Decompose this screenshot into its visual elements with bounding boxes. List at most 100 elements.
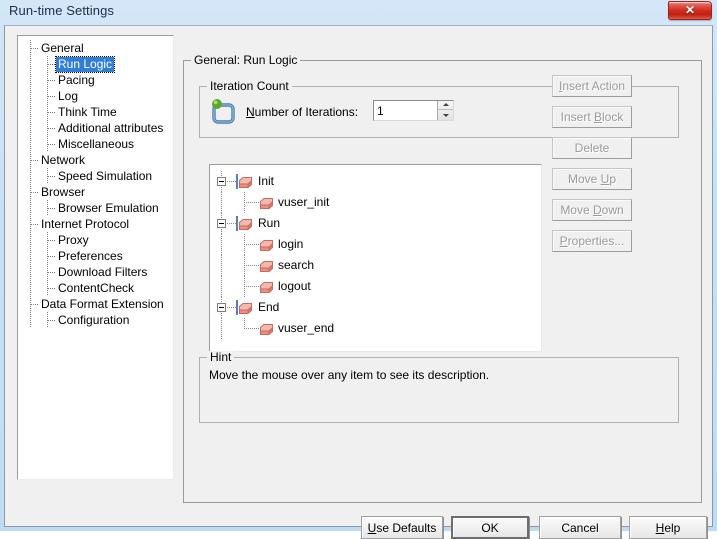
settings-category-tree[interactable]: General Run Logic Pacing Log Think Time Addit…: [17, 35, 174, 480]
tree-line: [221, 255, 222, 276]
action-node-end[interactable]: End: [210, 297, 541, 318]
sidebar-item-data-format-extension[interactable]: Data Format Extension: [18, 296, 173, 312]
sidebar-item-additional-attributes[interactable]: Additional attributes: [18, 120, 173, 136]
action-node-label: login: [278, 237, 304, 251]
action-node-vuser-init[interactable]: vuser_init: [210, 192, 541, 213]
run-logic-actions-tree[interactable]: Init vuser_init Run login search logout End vus…: [209, 164, 542, 352]
sidebar-item-browser[interactable]: Browser: [18, 184, 173, 200]
tree-line: [48, 64, 55, 65]
tree-line: [221, 318, 222, 339]
tree-line: [31, 160, 38, 161]
sidebar-item-browser-emulation[interactable]: Browser Emulation: [18, 200, 173, 216]
tree-line: [30, 72, 31, 88]
iterations-label: Number of Iterations:: [246, 105, 358, 119]
title-bar: Run-time Settings ✕: [0, 0, 717, 24]
button-label: Properties...: [559, 234, 625, 248]
use-defaults-mnemonic: U: [367, 521, 377, 535]
tree-line: [221, 192, 222, 213]
button-label: Insert Action: [558, 79, 626, 93]
hint-group: Hint Move the mouse over any item to see…: [199, 351, 679, 423]
tree-line: [30, 120, 31, 136]
tree-line: [48, 256, 55, 257]
cancel-button-label: Cancel: [561, 521, 599, 535]
button-mnemonic: I: [558, 79, 563, 93]
insert-block-button[interactable]: Insert Block: [552, 106, 632, 128]
action-node-label: Init: [258, 174, 275, 188]
tree-line: [31, 224, 38, 225]
main-group-box: General: Run Logic Iteration Count Numbe…: [183, 54, 702, 503]
close-button[interactable]: ✕: [668, 1, 712, 20]
window-title: Run-time Settings: [9, 3, 115, 18]
button-mnemonic: D: [593, 203, 602, 217]
button-label: Delete: [574, 141, 610, 155]
action-node-login[interactable]: login: [210, 234, 541, 255]
action-node-vuser-end[interactable]: vuser_end: [210, 318, 541, 339]
button-label: Move Up: [567, 172, 617, 186]
properties-button[interactable]: Properties...: [552, 230, 632, 252]
ok-button[interactable]: OK: [451, 516, 529, 539]
action-block-icon: [259, 259, 274, 273]
hint-text: Move the mouse over any item to see its …: [209, 368, 490, 382]
move-up-button[interactable]: Move Up: [552, 168, 632, 190]
button-label: Insert Block: [560, 110, 624, 124]
use-defaults-button[interactable]: Use Defaults: [361, 516, 443, 539]
sidebar-item-internet-protocol[interactable]: Internet Protocol: [18, 216, 173, 232]
button-mnemonic: B: [594, 110, 603, 124]
spinner-up-button[interactable]: [438, 101, 453, 110]
iterations-input[interactable]: [374, 101, 436, 120]
sidebar-item-label: Preferences: [58, 249, 123, 263]
collapse-toggle-icon[interactable]: [217, 303, 226, 312]
tree-line: [30, 168, 31, 184]
tree-line: [48, 208, 55, 209]
sidebar-item-label: Speed Simulation: [58, 169, 153, 183]
help-button[interactable]: Help: [629, 516, 707, 539]
sidebar-item-label: Pacing: [58, 73, 95, 87]
action-node-label: vuser_init: [278, 195, 330, 209]
move-down-button[interactable]: Move Down: [552, 199, 632, 221]
action-node-label: search: [278, 258, 315, 272]
action-node-init[interactable]: Init: [210, 171, 541, 192]
tree-line: [31, 192, 38, 193]
sidebar-item-log[interactable]: Log: [18, 88, 173, 104]
action-node-run[interactable]: Run: [210, 213, 541, 234]
use-defaults-label: se Defaults: [376, 521, 437, 535]
sidebar-item-miscellaneous[interactable]: Miscellaneous: [18, 136, 173, 152]
insert-action-button[interactable]: Insert Action: [552, 75, 632, 97]
iterations-spin-buttons[interactable]: [437, 101, 453, 120]
sidebar-item-configuration[interactable]: Configuration: [18, 312, 173, 328]
iterations-label-mnemonic: N: [246, 105, 255, 119]
tree-line: [30, 312, 31, 328]
tree-line: [30, 264, 31, 280]
sidebar-item-contentcheck[interactable]: ContentCheck: [18, 280, 173, 296]
action-node-search[interactable]: search: [210, 255, 541, 276]
sidebar-item-download-filters[interactable]: Download Filters: [18, 264, 173, 280]
tree-line: [227, 223, 236, 224]
sidebar-item-label: Browser Emulation: [58, 201, 159, 215]
tree-line: [48, 128, 55, 129]
sidebar-item-proxy[interactable]: Proxy: [18, 232, 173, 248]
hint-group-title: Hint: [207, 351, 235, 364]
tree-line: [48, 240, 55, 241]
sidebar-item-preferences[interactable]: Preferences: [18, 248, 173, 264]
collapse-toggle-icon[interactable]: [217, 219, 226, 228]
tree-line: [48, 320, 55, 321]
iterations-spinner[interactable]: [373, 100, 454, 121]
spinner-down-button[interactable]: [438, 110, 453, 119]
sidebar-item-label: Download Filters: [58, 265, 148, 279]
cancel-button[interactable]: Cancel: [539, 516, 621, 539]
delete-button[interactable]: Delete: [552, 137, 632, 159]
tree-line: [48, 176, 55, 177]
sidebar-item-think-time[interactable]: Think Time: [18, 104, 173, 120]
sidebar-item-label: Think Time: [58, 105, 117, 119]
action-node-logout[interactable]: logout: [210, 276, 541, 297]
sidebar-item-label: Additional attributes: [58, 121, 164, 135]
tree-line: [30, 232, 31, 248]
sidebar-item-run-logic[interactable]: Run Logic: [18, 56, 173, 73]
sidebar-item-pacing[interactable]: Pacing: [18, 72, 173, 88]
sidebar-item-general[interactable]: General: [18, 40, 173, 56]
action-block-icon: [259, 196, 274, 210]
sidebar-item-speed-simulation[interactable]: Speed Simulation: [18, 168, 173, 184]
collapse-toggle-icon[interactable]: [217, 177, 226, 186]
tree-line: [227, 181, 236, 182]
sidebar-item-network[interactable]: Network: [18, 152, 173, 168]
